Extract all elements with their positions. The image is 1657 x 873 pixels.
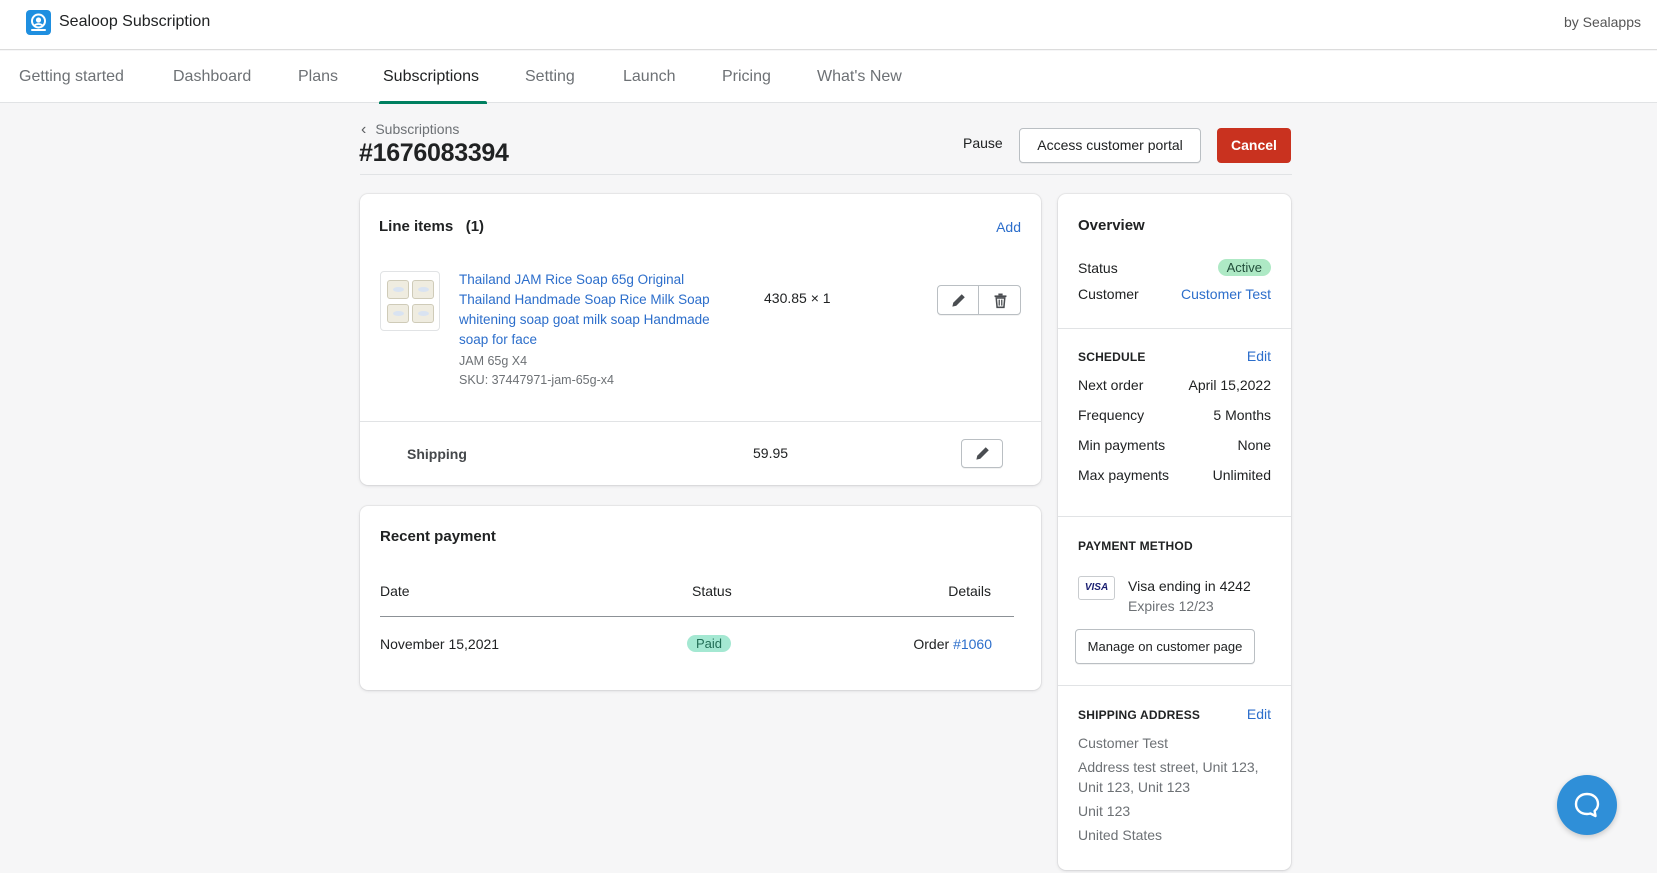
tab-plans[interactable]: Plans — [296, 51, 340, 103]
breadcrumb-label: Subscriptions — [375, 121, 460, 137]
line-items-title: Line items (1) — [379, 218, 485, 235]
add-line-item-button[interactable]: Add — [996, 219, 1021, 235]
overview-title: Overview — [1078, 217, 1145, 234]
shipping-address-heading: SHIPPING ADDRESS — [1078, 708, 1201, 722]
chat-button[interactable] — [1557, 775, 1617, 835]
overview-card: Overview Status Active Customer Customer… — [1058, 194, 1291, 870]
address-name: Customer Test — [1078, 735, 1168, 751]
recent-payment-card: Recent payment Date Status Details Novem… — [360, 506, 1041, 690]
max-payments-row: Max payments Unlimited — [1078, 467, 1271, 483]
address-line-3: Unit 123 — [1078, 803, 1131, 819]
payment-status: Paid — [687, 635, 732, 652]
payment-method-heading: PAYMENT METHOD — [1078, 539, 1193, 553]
app-logo-icon — [26, 10, 51, 35]
overview-divider — [1058, 328, 1291, 329]
shipping-value: 59.95 — [753, 445, 789, 461]
frequency-row: Frequency 5 Months — [1078, 407, 1271, 423]
product-name-link[interactable]: Thailand JAM Rice Soap 65g Original Thai… — [459, 270, 734, 350]
pencil-icon — [952, 294, 965, 307]
address-line-1: Address test street, Unit 123, — [1078, 759, 1259, 775]
schedule-heading: SCHEDULE — [1078, 350, 1146, 364]
address-country: United States — [1078, 827, 1163, 843]
address-line-2: Unit 123, Unit 123 — [1078, 779, 1191, 795]
card-expiry: Expires 12/23 — [1128, 598, 1214, 614]
payment-details: Order #1060 — [913, 636, 992, 652]
soap-image-part — [412, 304, 434, 323]
schedule-divider — [1058, 516, 1291, 517]
customer-row: Customer Customer Test — [1078, 286, 1271, 302]
col-header-status: Status — [692, 583, 732, 599]
edit-schedule-button[interactable]: Edit — [1247, 348, 1271, 364]
soap-image-part — [387, 280, 409, 299]
line-items-count: (1) — [465, 218, 485, 235]
tab-subscriptions[interactable]: Subscriptions — [378, 51, 488, 104]
status-row: Status Active — [1078, 259, 1271, 276]
tab-whats-new[interactable]: What's New — [815, 51, 904, 103]
line-item-actions — [937, 285, 1021, 315]
product-sku: SKU: 37447971-jam-65g-x4 — [459, 373, 614, 387]
tab-setting[interactable]: Setting — [523, 51, 577, 103]
status-badge: Active — [1217, 259, 1271, 276]
edit-shipping-address-button[interactable]: Edit — [1247, 706, 1271, 722]
product-variant: JAM 65g X4 — [459, 354, 528, 368]
soap-image-part — [387, 304, 409, 323]
product-thumbnail — [380, 271, 440, 331]
status-badge: Paid — [687, 635, 732, 652]
edit-line-item-button[interactable] — [938, 286, 979, 314]
table-header-rule — [380, 616, 1014, 617]
pause-button[interactable]: Pause — [963, 135, 1003, 151]
col-header-date: Date — [380, 583, 410, 599]
breadcrumb[interactable]: ‹ Subscriptions — [361, 121, 459, 139]
order-link[interactable]: #1060 — [953, 636, 992, 652]
col-header-details: Details — [948, 583, 991, 599]
card-description: Visa ending in 4242 — [1128, 578, 1251, 594]
visa-card-icon: VISA — [1078, 576, 1115, 600]
tab-launch[interactable]: Launch — [621, 51, 678, 103]
line-items-card: Line items (1) Add Thailand JAM Rice Soa… — [360, 194, 1041, 485]
delete-line-item-button[interactable] — [980, 286, 1021, 314]
tab-dashboard[interactable]: Dashboard — [171, 51, 253, 103]
product-price-quantity: 430.85 × 1 — [764, 290, 831, 306]
vendor-label: by Sealapps — [1563, 14, 1641, 30]
top-bar: Sealoop Subscription by Sealapps — [0, 0, 1657, 50]
shipping-label: Shipping — [407, 446, 467, 462]
tab-pricing[interactable]: Pricing — [720, 51, 773, 103]
payment-date: November 15,2021 — [380, 636, 500, 652]
pencil-icon — [976, 447, 989, 460]
page-title: #1676083394 — [359, 139, 509, 167]
shipping-divider — [360, 421, 1041, 422]
trash-icon — [994, 293, 1007, 309]
manage-on-customer-page-button[interactable]: Manage on customer page — [1075, 629, 1255, 664]
chat-bubble-icon — [1574, 792, 1600, 818]
main-nav: Getting started Dashboard Plans Subscrip… — [0, 51, 1657, 104]
recent-payment-title: Recent payment — [380, 528, 496, 545]
min-payments-row: Min payments None — [1078, 437, 1271, 453]
tab-getting-started[interactable]: Getting started — [17, 51, 126, 103]
soap-image-part — [412, 280, 434, 299]
payment-divider — [1058, 685, 1291, 686]
cancel-button[interactable]: Cancel — [1217, 128, 1291, 163]
app-title: Sealoop Subscription — [59, 13, 211, 30]
header-divider — [360, 174, 1292, 175]
edit-shipping-button[interactable] — [961, 439, 1003, 468]
customer-link[interactable]: Customer Test — [1181, 286, 1271, 302]
access-customer-portal-button[interactable]: Access customer portal — [1019, 128, 1201, 163]
next-order-row: Next order April 15,2022 — [1078, 377, 1271, 393]
chevron-left-icon: ‹ — [361, 121, 367, 138]
